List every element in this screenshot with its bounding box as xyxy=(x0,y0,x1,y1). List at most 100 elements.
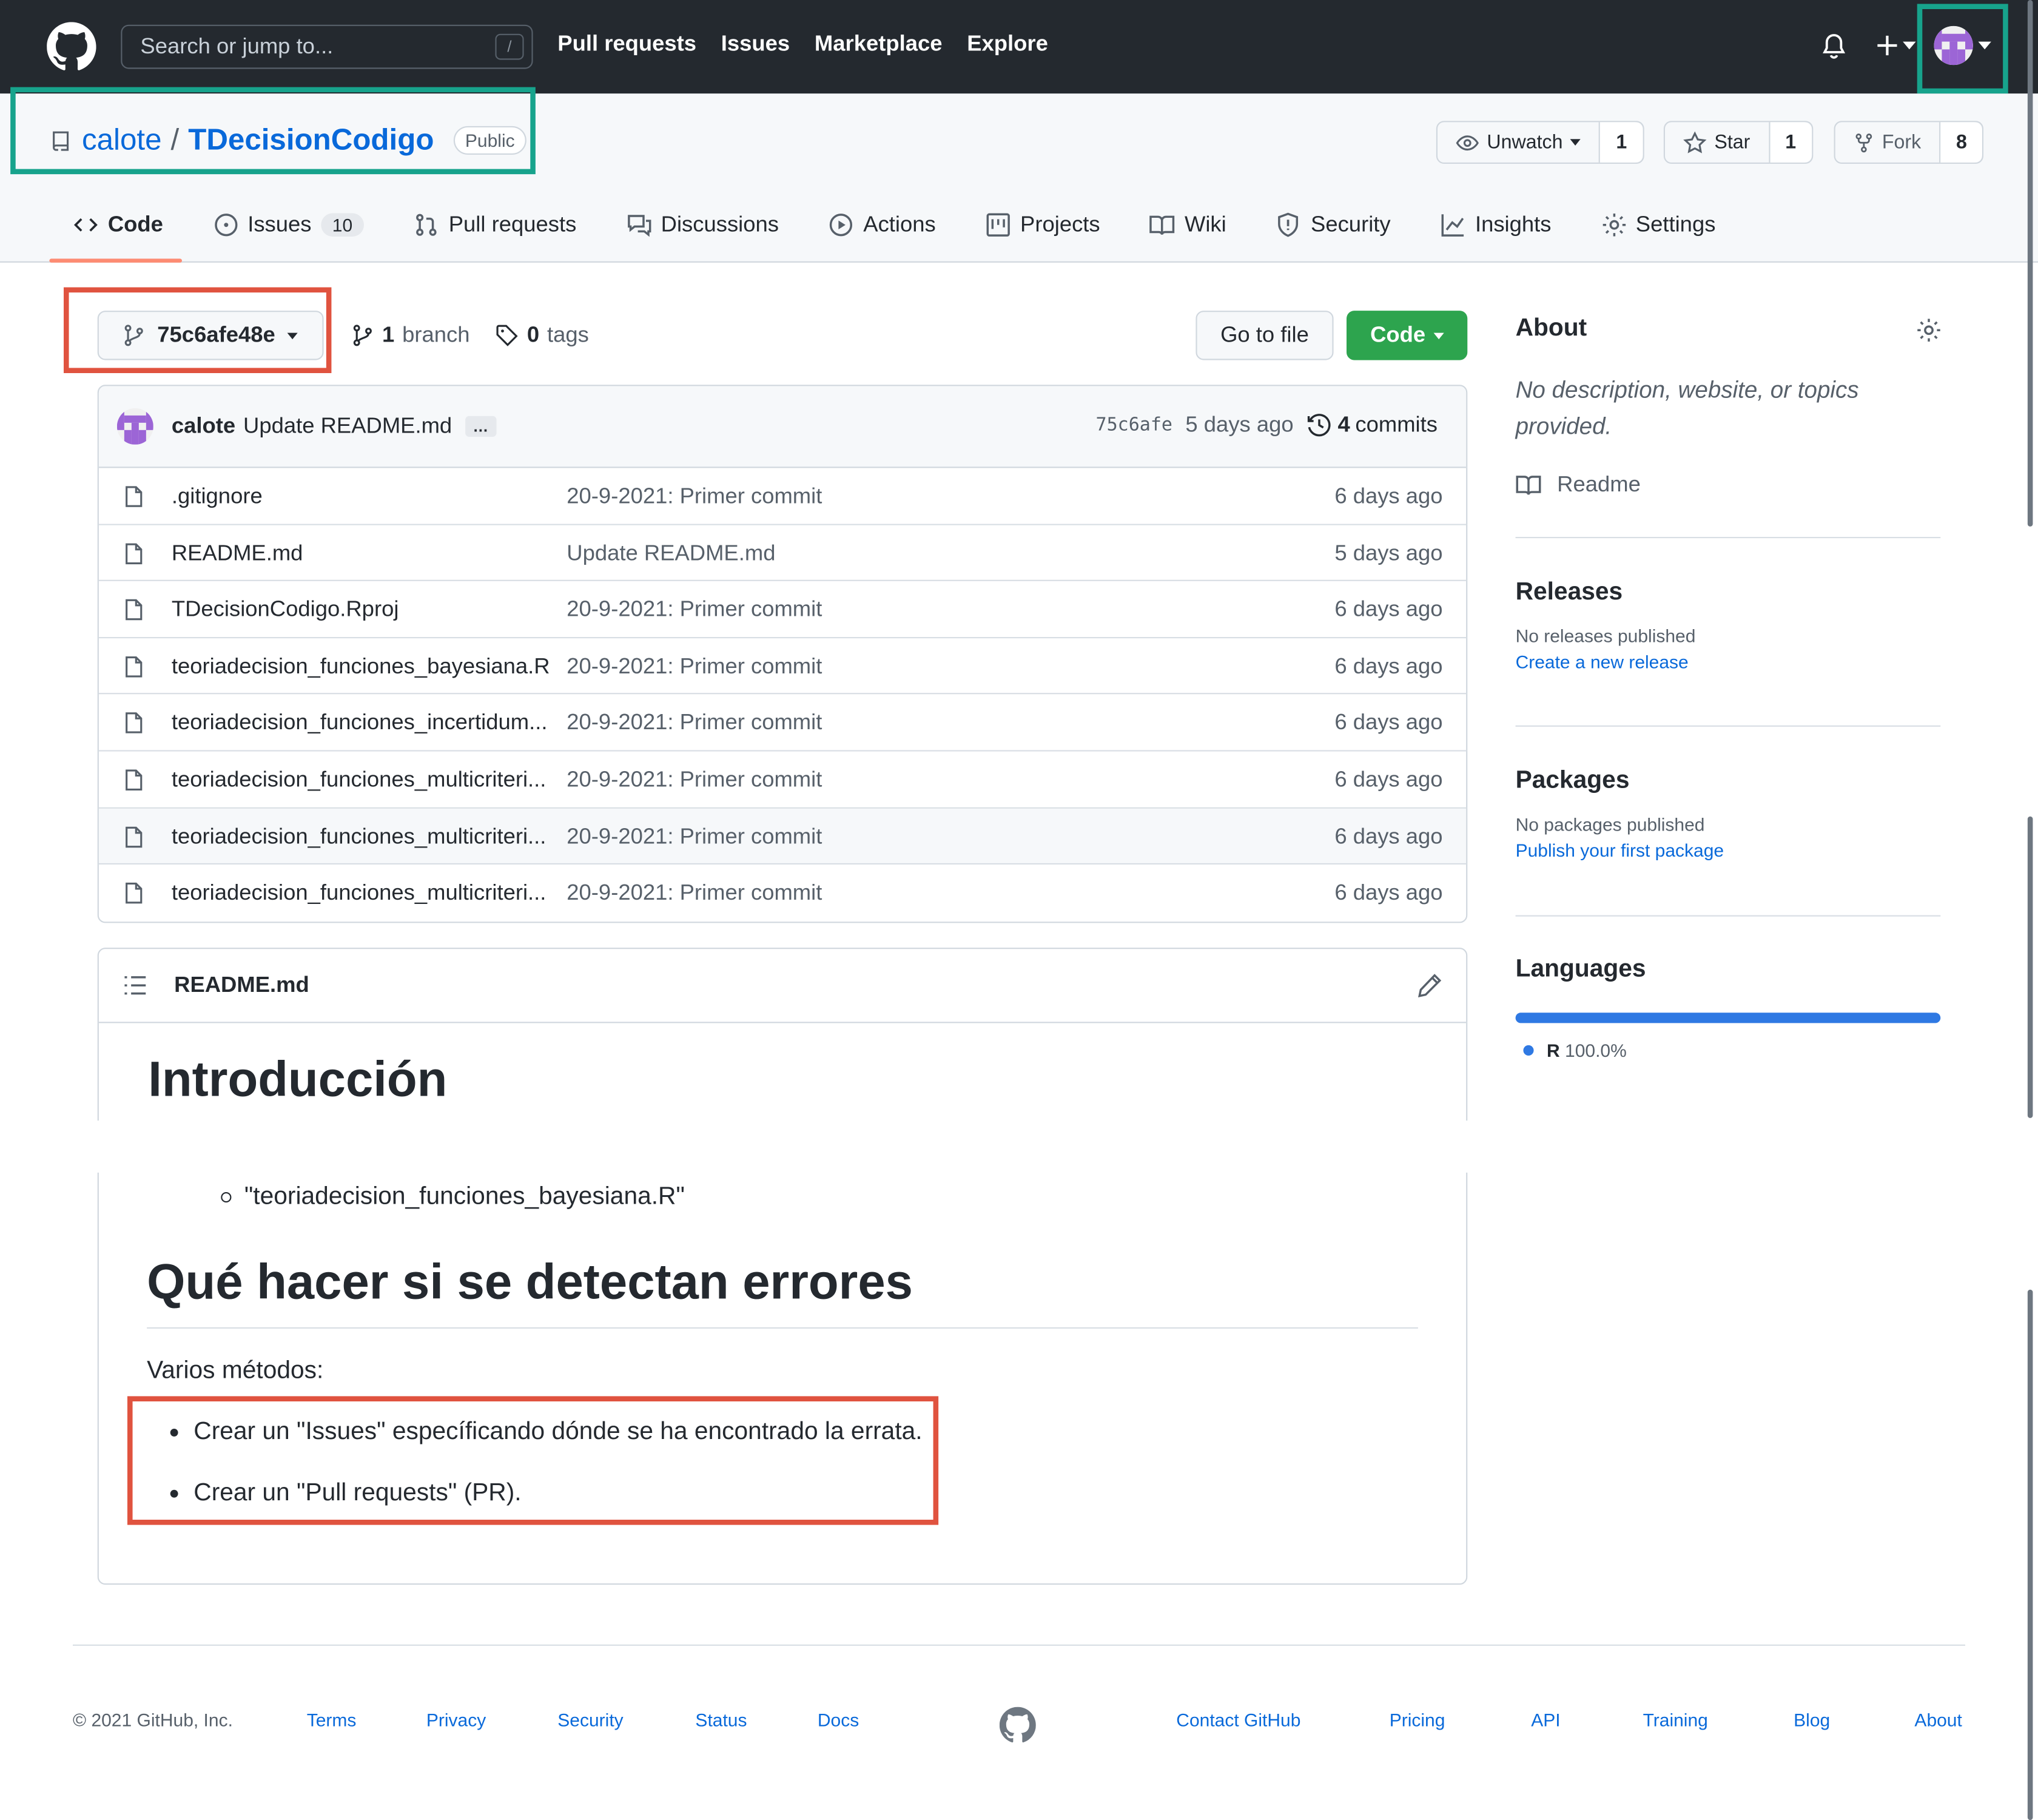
tab-settings[interactable]: Settings xyxy=(1601,208,1715,242)
footer-link-status[interactable]: Status xyxy=(695,1710,747,1730)
file-commit-message[interactable]: 20-9-2021: Primer commit xyxy=(567,710,822,736)
footer-link-privacy[interactable]: Privacy xyxy=(426,1710,486,1730)
readme-link[interactable]: Readme xyxy=(1516,472,1641,498)
releases-title[interactable]: Releases xyxy=(1516,579,1696,607)
user-menu[interactable] xyxy=(1934,25,1991,66)
file-commit-message[interactable]: 20-9-2021: Primer commit xyxy=(567,767,822,793)
tab-code[interactable]: Code xyxy=(73,208,163,242)
file-commit-message[interactable]: 20-9-2021: Primer commit xyxy=(567,653,822,679)
fork-button[interactable]: Fork xyxy=(1835,122,1941,163)
file-row[interactable]: teoriadecision_funciones_multicriteri...… xyxy=(98,807,1467,865)
nav-pull-requests[interactable]: Pull requests xyxy=(557,31,696,57)
file-commit-message[interactable]: 20-9-2021: Primer commit xyxy=(567,880,822,906)
file-row[interactable]: TDecisionCodigo.Rproj 20-9-2021: Primer … xyxy=(98,581,1467,638)
file-name[interactable]: teoriadecision_funciones_bayesiana.R xyxy=(172,653,550,679)
tab-insights[interactable]: Insights xyxy=(1440,208,1552,242)
file-row[interactable]: .gitignore 20-9-2021: Primer commit 6 da… xyxy=(98,468,1467,525)
fork-count[interactable]: 8 xyxy=(1940,122,1983,163)
tab-actions[interactable]: Actions xyxy=(828,208,936,242)
footer-link-training[interactable]: Training xyxy=(1643,1710,1708,1730)
file-icon xyxy=(126,769,143,790)
avatar[interactable] xyxy=(116,408,153,445)
github-footer-logo-icon[interactable] xyxy=(999,1707,1036,1744)
go-to-file-button[interactable]: Go to file xyxy=(1196,311,1334,360)
file-browser: calote Update README.md … 75c6afe 5 days… xyxy=(97,385,1468,923)
copyright-text: © 2021 GitHub, Inc. xyxy=(73,1709,233,1731)
scrollbar-thumb[interactable] xyxy=(2027,816,2033,1118)
bullet-icon xyxy=(170,1429,178,1437)
packages-title[interactable]: Packages xyxy=(1516,767,1724,795)
file-name[interactable]: teoriadecision_funciones_incertidum... xyxy=(172,710,548,736)
file-name[interactable]: README.md xyxy=(172,541,303,567)
file-row[interactable]: teoriadecision_funciones_bayesiana.R 20-… xyxy=(98,638,1467,695)
footer-link-contact[interactable]: Contact GitHub xyxy=(1176,1710,1300,1730)
publish-package-link[interactable]: Publish your first package xyxy=(1516,840,1724,860)
file-commit-message[interactable]: 20-9-2021: Primer commit xyxy=(567,597,822,623)
gear-icon[interactable] xyxy=(1916,317,1942,343)
tags-link[interactable]: 0 tags xyxy=(496,322,589,348)
footer-link-security[interactable]: Security xyxy=(557,1710,623,1730)
repo-owner-link[interactable]: calote xyxy=(82,122,162,157)
language-item[interactable]: R 100.0% xyxy=(1523,1040,1627,1061)
file-name[interactable]: .gitignore xyxy=(172,484,263,510)
commit-author[interactable]: calote xyxy=(172,413,235,439)
commit-message[interactable]: Update README.md xyxy=(243,413,452,439)
file-icon xyxy=(126,656,143,678)
file-name[interactable]: teoriadecision_funciones_multicriteri... xyxy=(172,824,546,850)
tab-wiki[interactable]: Wiki xyxy=(1149,208,1226,242)
list-icon[interactable] xyxy=(122,972,148,999)
scrollbar-thumb[interactable] xyxy=(2027,0,2033,527)
readme-filename[interactable]: README.md xyxy=(174,972,309,999)
chevron-down-icon xyxy=(1570,139,1581,146)
file-commit-message[interactable]: Update README.md xyxy=(567,541,775,567)
tab-issues[interactable]: Issues 10 xyxy=(212,208,365,242)
footer-link-terms[interactable]: Terms xyxy=(307,1710,357,1730)
commits-link[interactable]: 4 commits xyxy=(1307,412,1438,438)
notifications-bell-icon[interactable] xyxy=(1820,33,1848,61)
nav-marketplace[interactable]: Marketplace xyxy=(815,31,943,57)
tab-discussions[interactable]: Discussions xyxy=(626,208,779,242)
commit-sha[interactable]: 75c6afe xyxy=(1096,415,1172,436)
file-row[interactable]: teoriadecision_funciones_multicriteri...… xyxy=(99,864,1466,921)
file-name[interactable]: TDecisionCodigo.Rproj xyxy=(172,597,399,623)
footer-link-blog[interactable]: Blog xyxy=(1794,1710,1830,1730)
branches-link[interactable]: 1 branch xyxy=(351,322,470,348)
sub-bullet-text: "teoriadecision_funciones_bayesiana.R" xyxy=(244,1182,685,1210)
search-placeholder: Search or jump to... xyxy=(140,33,334,59)
file-name[interactable]: teoriadecision_funciones_multicriteri... xyxy=(172,880,546,906)
github-logo-icon[interactable] xyxy=(47,22,96,71)
create-release-link[interactable]: Create a new release xyxy=(1516,652,1696,672)
code-download-button[interactable]: Code xyxy=(1347,311,1468,360)
nav-explore[interactable]: Explore xyxy=(967,31,1048,57)
footer-link-docs[interactable]: Docs xyxy=(818,1710,859,1730)
tab-security[interactable]: Security xyxy=(1276,208,1391,242)
branch-select-button[interactable]: 75c6afe48e xyxy=(97,311,324,360)
repo-name-link[interactable]: TDecisionCodigo xyxy=(188,122,434,157)
search-input[interactable]: Search or jump to... / xyxy=(121,24,533,69)
tab-label: Code xyxy=(107,212,163,237)
file-commit-message[interactable]: 20-9-2021: Primer commit xyxy=(567,824,822,850)
file-row[interactable]: teoriadecision_funciones_multicriteri...… xyxy=(98,752,1467,808)
tab-projects[interactable]: Projects xyxy=(985,208,1100,242)
file-row[interactable]: teoriadecision_funciones_incertidum... 2… xyxy=(98,695,1467,752)
pencil-icon[interactable] xyxy=(1417,972,1443,999)
file-commit-message[interactable]: 20-9-2021: Primer commit xyxy=(567,484,822,510)
footer-link-api[interactable]: API xyxy=(1531,1710,1560,1730)
star-count[interactable]: 1 xyxy=(1769,122,1812,163)
file-name[interactable]: teoriadecision_funciones_multicriteri... xyxy=(172,767,546,793)
footer-link-pricing[interactable]: Pricing xyxy=(1390,1710,1445,1730)
unwatch-button[interactable]: Unwatch xyxy=(1438,122,1601,163)
chevron-down-icon xyxy=(1903,41,1916,50)
top-nav: Pull requests Issues Marketplace Explore xyxy=(557,31,1048,57)
footer-link-about[interactable]: About xyxy=(1914,1710,1962,1730)
star-button[interactable]: Star xyxy=(1665,122,1770,163)
scrollbar-thumb[interactable] xyxy=(2027,1289,2033,1820)
nav-issues[interactable]: Issues xyxy=(721,31,790,57)
commit-expand-button[interactable]: … xyxy=(465,416,497,437)
file-row[interactable]: README.md Update README.md 5 days ago xyxy=(98,525,1467,582)
tab-pull-requests[interactable]: Pull requests xyxy=(414,208,576,242)
page-scrollbar[interactable] xyxy=(2025,0,2038,1820)
create-new-dropdown[interactable] xyxy=(1874,33,1916,59)
readme-list-item: Crear un "Pull requests" (PR). xyxy=(170,1480,522,1508)
watch-count[interactable]: 1 xyxy=(1600,122,1643,163)
